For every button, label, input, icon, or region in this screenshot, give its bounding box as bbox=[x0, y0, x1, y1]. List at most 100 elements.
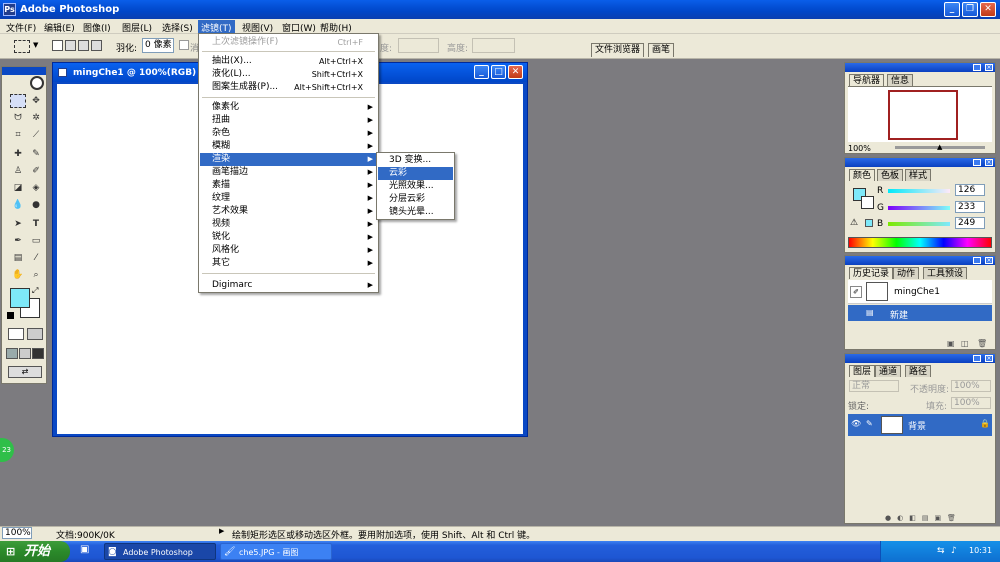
antialias-checkbox[interactable] bbox=[179, 40, 189, 50]
network-icon[interactable]: ⇆ bbox=[937, 546, 945, 556]
healing-brush-icon[interactable]: ✚ bbox=[10, 147, 26, 161]
history-snapshot-row[interactable]: ✐ mingChe1 bbox=[848, 280, 992, 304]
height-input[interactable] bbox=[472, 38, 515, 53]
doc-close-button[interactable]: ✕ bbox=[508, 65, 523, 79]
history-brush-icon[interactable]: ✐ bbox=[28, 164, 44, 178]
gamut-warning-icon[interactable]: ⚠ bbox=[850, 218, 858, 228]
hand-tool-icon[interactable]: ✋ bbox=[10, 268, 26, 282]
taskbar-item-photoshop[interactable]: ◙ Adobe Photoshop bbox=[104, 543, 216, 560]
palette-minimize-icon[interactable]: _ bbox=[973, 159, 981, 166]
lasso-tool-icon[interactable]: ᗢ bbox=[10, 111, 26, 125]
tab-color[interactable]: 颜色 bbox=[849, 169, 876, 181]
menu-item-pixelate[interactable]: 像素化 ▶ bbox=[200, 101, 377, 114]
status-zoom-input[interactable]: 100% bbox=[2, 527, 32, 539]
screen-mode-full-menu-icon[interactable] bbox=[19, 348, 31, 359]
toolbox-titlebar[interactable] bbox=[2, 67, 46, 75]
pen-tool-icon[interactable]: ✒ bbox=[10, 234, 26, 248]
tab-swatches[interactable]: 色板 bbox=[877, 169, 904, 181]
layer-actions-icons[interactable]: ●◐◧▤▣🗑 bbox=[885, 514, 990, 522]
standard-mode-icon[interactable] bbox=[8, 328, 24, 340]
clock[interactable]: 10:31 bbox=[969, 546, 992, 555]
palette-close-icon[interactable]: × bbox=[985, 257, 993, 264]
menu-item-stylize[interactable]: 风格化 ▶ bbox=[200, 244, 377, 257]
palette-close-icon[interactable]: × bbox=[985, 64, 993, 71]
rectangular-marquee-icon[interactable] bbox=[10, 94, 26, 108]
menu-select[interactable]: 选择(S) bbox=[160, 21, 195, 34]
shape-tool-icon[interactable]: ▭ bbox=[28, 234, 44, 248]
palette-close-icon[interactable]: × bbox=[985, 355, 993, 362]
zoom-tool-icon[interactable]: ⌕ bbox=[28, 268, 44, 282]
tab-navigator[interactable]: 导航器 bbox=[849, 74, 885, 86]
marquee-tool-icon[interactable] bbox=[14, 40, 30, 53]
menu-item-texture[interactable]: 纹理 ▶ bbox=[200, 192, 377, 205]
palette-minimize-icon[interactable]: _ bbox=[973, 64, 981, 71]
new-document-from-state-icon[interactable]: ▣ bbox=[947, 339, 955, 348]
navigator-proxy-box[interactable] bbox=[888, 90, 958, 140]
delete-state-icon[interactable]: 🗑 bbox=[977, 339, 987, 348]
move-tool-icon[interactable]: ✥ bbox=[28, 94, 44, 108]
color-background-swatch[interactable] bbox=[861, 196, 874, 209]
menu-item-artistic[interactable]: 艺术效果 ▶ bbox=[200, 205, 377, 218]
submenu-item-3d-transform[interactable]: 3D 变换... bbox=[378, 154, 453, 167]
tab-brushes[interactable]: 画笔 bbox=[648, 43, 675, 57]
menu-item-noise[interactable]: 杂色 ▶ bbox=[200, 127, 377, 140]
crop-tool-icon[interactable]: ⌗ bbox=[10, 128, 26, 142]
notes-tool-icon[interactable]: ▤ bbox=[10, 251, 26, 265]
gamut-color-swatch[interactable] bbox=[865, 219, 873, 227]
jump-to-imageready-icon[interactable]: ⇄ bbox=[8, 366, 42, 378]
paint-bucket-icon[interactable]: ◈ bbox=[28, 181, 44, 195]
doc-minimize-button[interactable]: _ bbox=[474, 65, 489, 79]
tool-preset-chevron-icon[interactable]: ▼ bbox=[33, 41, 38, 49]
palette-minimize-icon[interactable]: _ bbox=[973, 355, 981, 362]
menu-item-brush-strokes[interactable]: 画笔描边 ▶ bbox=[200, 166, 377, 179]
status-arrow-icon[interactable]: ▶ bbox=[219, 527, 224, 535]
status-doc-info[interactable]: 文档:900K/0K bbox=[56, 528, 115, 541]
menu-item-pattern-maker[interactable]: 图案生成器(P)... Alt+Shift+Ctrl+X bbox=[200, 81, 377, 94]
blend-mode-select[interactable]: 正常 bbox=[849, 380, 899, 392]
slice-tool-icon[interactable]: ⟋ bbox=[28, 128, 44, 142]
navigator-zoom-slider[interactable]: ▲ bbox=[895, 143, 985, 151]
channel-b-slider[interactable] bbox=[888, 222, 950, 226]
default-colors-icon[interactable] bbox=[7, 312, 14, 319]
slider-thumb-icon[interactable]: ▲ bbox=[937, 143, 942, 151]
channel-g-slider[interactable] bbox=[888, 206, 950, 210]
clone-stamp-icon[interactable]: ♙ bbox=[10, 164, 26, 178]
volume-icon[interactable]: ♪ bbox=[951, 546, 957, 556]
menu-item-digimarc[interactable]: Digimarc ▶ bbox=[200, 279, 377, 292]
fill-input[interactable]: 100% bbox=[951, 397, 991, 409]
swap-colors-icon[interactable]: ⤢ bbox=[32, 286, 38, 296]
channel-b-input[interactable]: 249 bbox=[955, 217, 985, 229]
menu-item-other[interactable]: 其它 ▶ bbox=[200, 257, 377, 270]
menu-image[interactable]: 图像(I) bbox=[81, 21, 113, 34]
color-ramp[interactable] bbox=[848, 237, 992, 248]
menu-item-render[interactable]: 渲染 ▶ bbox=[200, 153, 377, 166]
channel-g-input[interactable]: 233 bbox=[955, 201, 985, 213]
path-select-icon[interactable]: ➤ bbox=[10, 217, 26, 231]
channel-r-slider[interactable] bbox=[888, 189, 950, 193]
layer-row-background[interactable]: 👁 ✎ 背景 🔒 bbox=[848, 414, 992, 436]
tab-actions[interactable]: 动作 bbox=[893, 267, 920, 279]
foreground-color-swatch-top[interactable] bbox=[10, 288, 30, 308]
tab-file-browser[interactable]: 文件浏览器 bbox=[591, 43, 645, 57]
brush-tool-icon[interactable]: ✎ bbox=[28, 147, 44, 161]
tab-channels[interactable]: 通道 bbox=[875, 365, 902, 377]
minimize-button[interactable]: _ bbox=[944, 2, 960, 17]
eraser-tool-icon[interactable]: ◪ bbox=[10, 181, 26, 195]
menu-item-liquify[interactable]: 液化(L)... Shift+Ctrl+X bbox=[200, 68, 377, 81]
photoshop-app-icon[interactable]: Ps bbox=[3, 3, 16, 16]
history-state-row[interactable]: ▤ 新建 bbox=[848, 305, 992, 321]
menu-item-distort[interactable]: 扭曲 ▶ bbox=[200, 114, 377, 127]
palette-minimize-icon[interactable]: _ bbox=[973, 257, 981, 264]
submenu-item-lighting-effects[interactable]: 光照效果... bbox=[378, 180, 453, 193]
tab-layers[interactable]: 图层 bbox=[849, 365, 876, 377]
menu-item-sharpen[interactable]: 锐化 ▶ bbox=[200, 231, 377, 244]
menu-item-extract[interactable]: 抽出(X)... Alt+Ctrl+X bbox=[200, 55, 377, 68]
blur-tool-icon[interactable]: 💧 bbox=[10, 198, 26, 212]
taskbar-item-paint[interactable]: 🖌 che5.JPG - 画图 bbox=[220, 543, 332, 560]
quick-mask-icon[interactable] bbox=[27, 328, 43, 340]
subtract-selection-icon[interactable] bbox=[78, 40, 89, 51]
tab-tool-presets[interactable]: 工具预设 bbox=[923, 267, 968, 279]
palette-close-icon[interactable]: × bbox=[985, 159, 993, 166]
history-brush-source-icon[interactable]: ✐ bbox=[850, 286, 862, 298]
submenu-item-difference-clouds[interactable]: 分层云彩 bbox=[378, 193, 453, 206]
